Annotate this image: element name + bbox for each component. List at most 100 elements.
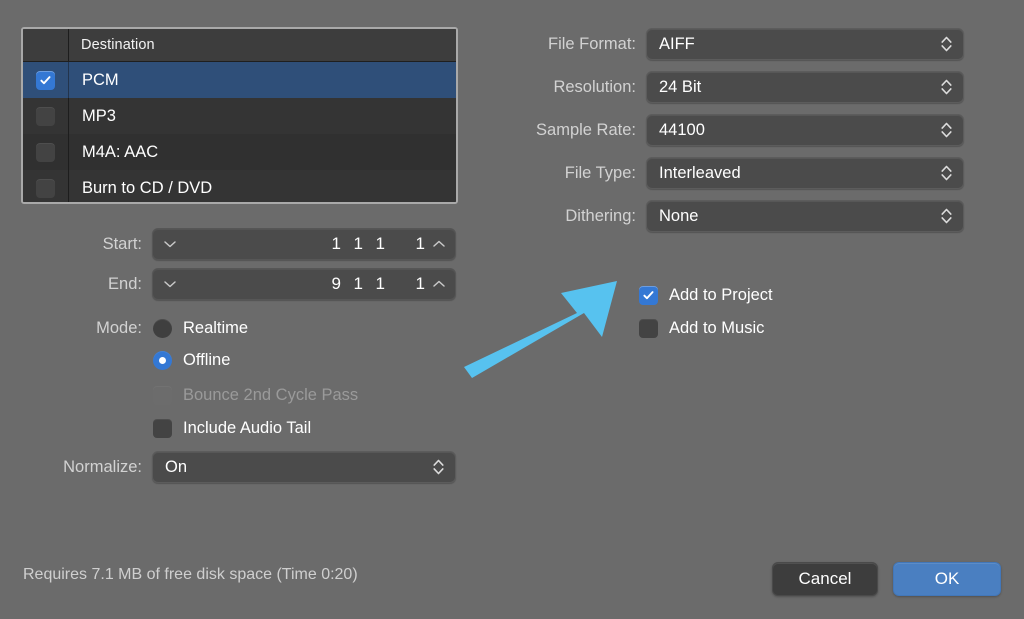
normalize-select[interactable]: On (152, 451, 456, 483)
destination-checkbox-burn-cd-dvd[interactable] (36, 178, 55, 198)
mode-realtime-row: Mode: Realtime (22, 314, 458, 342)
chevron-updown-icon (941, 36, 952, 52)
include-audio-tail-option[interactable]: Include Audio Tail (153, 418, 312, 438)
table-row[interactable]: Burn to CD / DVD (23, 170, 456, 202)
chevron-up-icon[interactable] (432, 240, 446, 249)
checkmark-icon (643, 290, 654, 299)
range-group: Start: 1 1 1 1 End: 9 1 1 1 (22, 228, 458, 300)
extra-destinations-group: Add to Project Add to Music (639, 282, 773, 341)
chevron-updown-icon (941, 79, 952, 95)
start-beats: 1 (353, 234, 363, 253)
table-row[interactable]: M4A: AAC (23, 134, 456, 170)
include-audio-tail-row: Include Audio Tail (22, 413, 458, 443)
chevron-down-icon[interactable] (163, 240, 177, 249)
dithering-label: Dithering: (565, 206, 636, 225)
row-checkbox-cell[interactable] (23, 62, 69, 98)
start-ticks: 1 (415, 234, 425, 253)
row-checkbox-cell[interactable] (23, 134, 69, 170)
start-row: Start: 1 1 1 1 (22, 228, 458, 260)
end-beats: 1 (353, 274, 363, 293)
normalize-row: Normalize: On (22, 451, 458, 483)
file-type-value: Interleaved (659, 163, 741, 182)
mode-group: Mode: Realtime Offline Bounce 2nd Cycle … (22, 314, 458, 443)
end-bars: 9 (331, 274, 341, 293)
chevron-updown-icon (433, 459, 444, 475)
mode-option-offline[interactable]: Offline (153, 350, 231, 370)
file-type-row: File Type: Interleaved (518, 157, 964, 189)
file-format-value: AIFF (659, 34, 695, 53)
radio-dot (159, 356, 166, 364)
file-type-select[interactable]: Interleaved (646, 157, 964, 189)
end-divisions: 1 (375, 274, 385, 293)
resolution-select[interactable]: 24 Bit (646, 71, 964, 103)
radio-realtime[interactable] (153, 318, 172, 338)
end-position-field[interactable]: 9 1 1 1 (152, 268, 456, 300)
annotation-arrow-icon (464, 281, 617, 378)
start-divisions: 1 (375, 234, 385, 253)
mode-realtime-label: Realtime (183, 318, 249, 337)
bounce-2nd-cycle-pass-option: Bounce 2nd Cycle Pass (153, 385, 359, 405)
add-to-project-option[interactable]: Add to Project (639, 282, 773, 308)
start-position-field[interactable]: 1 1 1 1 (152, 228, 456, 260)
sample-rate-select[interactable]: 44100 (646, 114, 964, 146)
checkmark-icon (40, 75, 51, 84)
destination-label-mp3: MP3 (82, 106, 116, 125)
destination-list-header: Destination (23, 29, 456, 62)
row-checkbox-cell[interactable] (23, 98, 69, 134)
start-label: Start: (102, 234, 142, 253)
cancel-button[interactable]: Cancel (772, 562, 878, 596)
sample-rate-row: Sample Rate: 44100 (518, 114, 964, 146)
end-row: End: 9 1 1 1 (22, 268, 458, 300)
start-bars: 1 (331, 234, 341, 253)
chevron-updown-icon (941, 165, 952, 181)
dithering-row: Dithering: None (518, 200, 964, 232)
normalize-label: Normalize: (63, 457, 142, 476)
start-position-value: 1 1 1 1 (321, 229, 425, 259)
destination-label-m4a-aac: M4A: AAC (82, 142, 159, 161)
table-row[interactable]: MP3 (23, 98, 456, 134)
dithering-value: None (659, 206, 699, 225)
bounce-2nd-cycle-pass-label: Bounce 2nd Cycle Pass (183, 385, 359, 404)
end-label: End: (108, 274, 142, 293)
dithering-select[interactable]: None (646, 200, 964, 232)
resolution-value: 24 Bit (659, 77, 702, 96)
mode-label: Mode: (96, 318, 142, 337)
format-settings-group: File Format: AIFF Resolution: 24 Bit Sam… (518, 28, 964, 232)
sample-rate-value: 44100 (659, 120, 705, 139)
add-to-music-label: Add to Music (669, 318, 765, 337)
sample-rate-label: Sample Rate: (536, 120, 636, 139)
destination-checkbox-mp3[interactable] (36, 106, 55, 126)
disk-space-status: Requires 7.1 MB of free disk space (Time… (23, 566, 358, 583)
file-format-row: File Format: AIFF (518, 28, 964, 60)
destination-checkbox-pcm[interactable] (36, 70, 55, 90)
checkbox-add-to-music[interactable] (639, 318, 658, 338)
end-position-value: 9 1 1 1 (321, 269, 425, 299)
chevron-down-icon[interactable] (163, 280, 177, 289)
destination-checkbox-m4a-aac[interactable] (36, 142, 55, 162)
header-checkbox-column (23, 29, 69, 61)
ok-button[interactable]: OK (893, 562, 1001, 596)
chevron-updown-icon (941, 122, 952, 138)
destination-list-panel: Destination PCM MP3 M4A: AAC Burn to CD … (21, 27, 458, 204)
checkbox-bounce-2nd-cycle-pass (153, 385, 172, 405)
chevron-updown-icon (941, 208, 952, 224)
table-row[interactable]: PCM (23, 62, 456, 98)
add-to-music-option[interactable]: Add to Music (639, 315, 773, 341)
row-checkbox-cell[interactable] (23, 170, 69, 202)
normalize-value: On (165, 457, 188, 476)
checkbox-include-audio-tail[interactable] (153, 418, 172, 438)
mode-offline-label: Offline (183, 350, 231, 369)
mode-option-realtime[interactable]: Realtime (153, 318, 249, 338)
checkbox-add-to-project[interactable] (639, 285, 658, 305)
destination-label-pcm: PCM (82, 70, 119, 89)
file-format-select[interactable]: AIFF (646, 28, 964, 60)
file-format-label: File Format: (547, 34, 636, 53)
mode-offline-row: Offline (22, 346, 458, 374)
destination-label-burn-cd-dvd: Burn to CD / DVD (82, 178, 213, 197)
include-audio-tail-label: Include Audio Tail (183, 418, 312, 437)
resolution-row: Resolution: 24 Bit (518, 71, 964, 103)
radio-offline[interactable] (153, 350, 172, 370)
end-ticks: 1 (415, 274, 425, 293)
add-to-project-label: Add to Project (669, 285, 773, 304)
chevron-up-icon[interactable] (432, 280, 446, 289)
